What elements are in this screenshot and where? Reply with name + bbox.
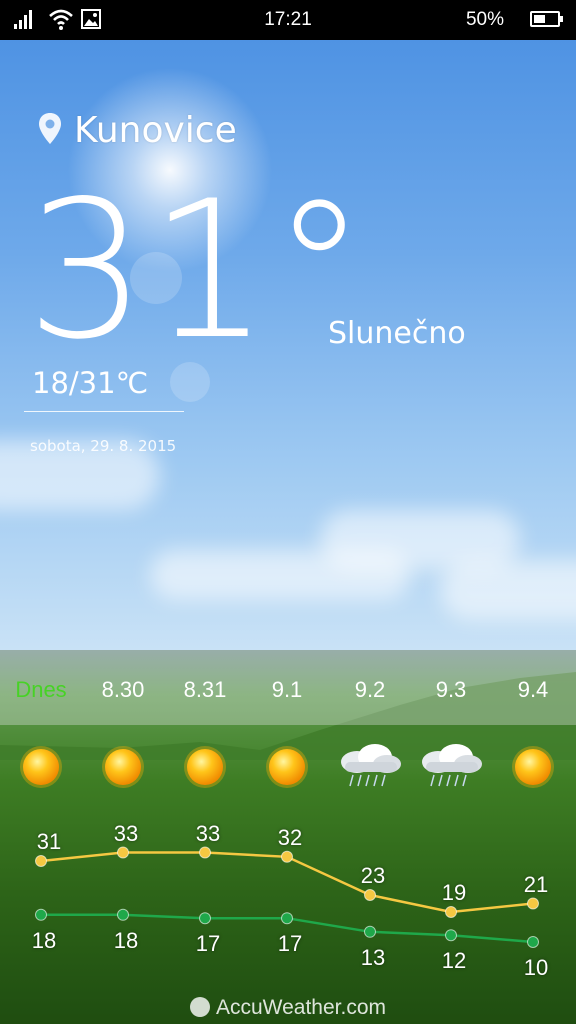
accuweather-brand: AccuWeather.com bbox=[215, 996, 387, 1019]
low-temp-label: 18 bbox=[113, 927, 139, 953]
accuweather-footer[interactable]: AccuWeather.com bbox=[0, 996, 576, 1020]
low-temp-point bbox=[281, 912, 293, 925]
low-temp-label: 12 bbox=[441, 948, 467, 974]
low-temp-label: 17 bbox=[195, 931, 221, 957]
high-temp-label: 31 bbox=[36, 829, 62, 854]
high-temp-label: 32 bbox=[277, 824, 303, 850]
accuweather-logo-icon bbox=[189, 997, 210, 1017]
high-temp-point bbox=[35, 855, 47, 867]
low-temp-label: 18 bbox=[31, 927, 57, 953]
high-temp-point bbox=[117, 846, 129, 859]
high-temp-point bbox=[364, 889, 376, 901]
low-temp-point bbox=[199, 912, 211, 925]
high-temp-label: 23 bbox=[360, 863, 386, 888]
low-temp-point bbox=[527, 936, 539, 948]
high-temp-label: 21 bbox=[523, 871, 549, 897]
high-temp-label: 33 bbox=[113, 820, 139, 846]
high-temp-label: 33 bbox=[195, 820, 221, 846]
high-temp-label: 19 bbox=[441, 880, 467, 905]
low-temp-point bbox=[364, 925, 376, 938]
low-temp-point bbox=[117, 908, 129, 921]
low-temp-label: 10 bbox=[523, 955, 549, 980]
high-temp-point bbox=[445, 906, 457, 918]
high-temp-point bbox=[527, 897, 539, 910]
low-temp-point bbox=[35, 908, 47, 921]
high-temp-point bbox=[281, 850, 293, 863]
low-temp-label: 13 bbox=[360, 944, 386, 970]
temperature-chart bbox=[35, 846, 539, 948]
low-temp-point bbox=[445, 929, 457, 942]
low-temp-label: 17 bbox=[277, 931, 303, 957]
high-temp-point bbox=[199, 846, 211, 859]
